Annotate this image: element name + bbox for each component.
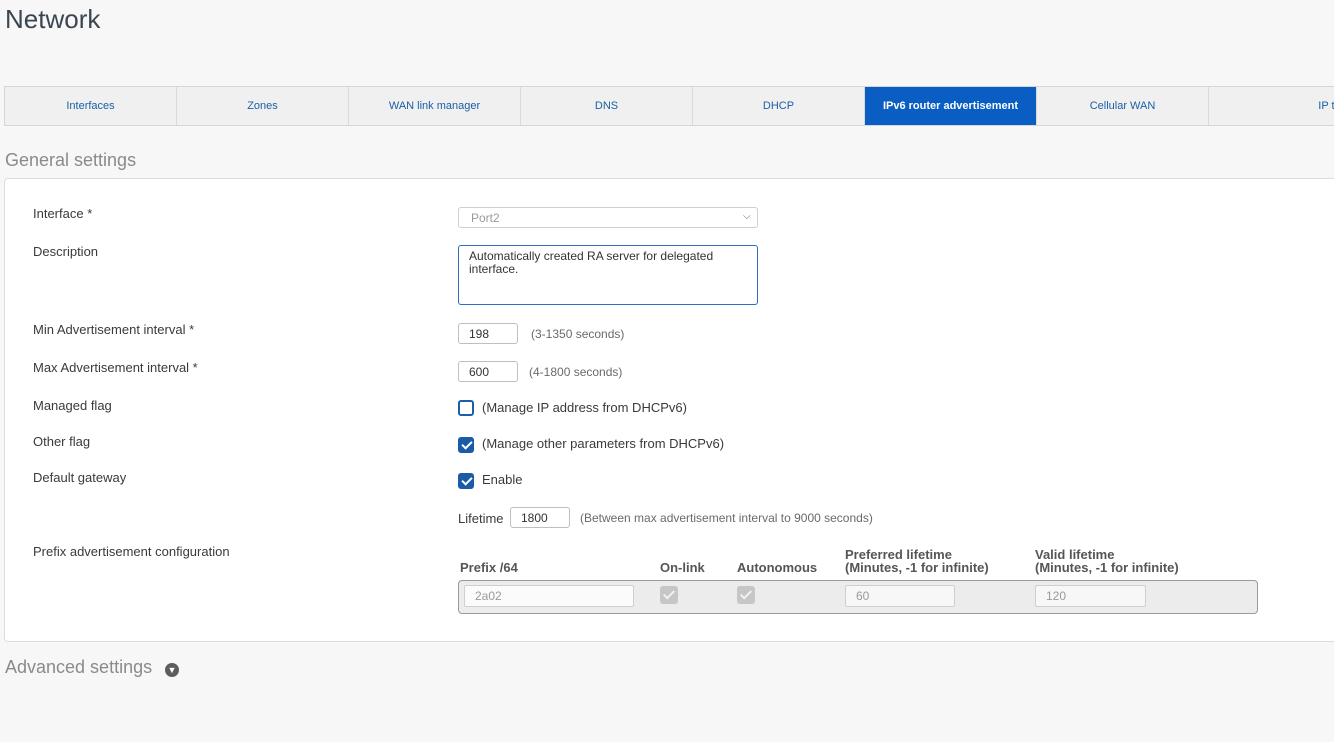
- interface-select[interactable]: Port2: [458, 207, 758, 228]
- max-interval-hint: (4-1800 seconds): [529, 365, 623, 379]
- tab-cellular-wan[interactable]: Cellular WAN: [1037, 87, 1209, 125]
- min-interval-hint: (3-1350 seconds): [531, 327, 625, 341]
- autonomous-column-header: Autonomous: [737, 560, 818, 575]
- managed-flag-checkbox[interactable]: [458, 400, 474, 416]
- lifetime-input[interactable]: [510, 507, 570, 528]
- tab-bar: Interfaces Zones WAN link manager DNS DH…: [4, 86, 1334, 126]
- lifetime-hint: (Between max advertisement interval to 9…: [580, 511, 873, 525]
- description-field[interactable]: Automatically created RA server for dele…: [458, 245, 758, 305]
- max-interval-input[interactable]: [458, 361, 518, 382]
- valid-lifetime-input[interactable]: [1035, 585, 1146, 607]
- tab-interfaces[interactable]: Interfaces: [5, 87, 177, 125]
- max-interval-label: Max Advertisement interval *: [33, 360, 198, 375]
- prefix-column-header: Prefix /64: [460, 560, 518, 575]
- preferred-lifetime-subheader: (Minutes, -1 for infinite): [845, 560, 989, 575]
- interface-label: Interface *: [33, 206, 93, 221]
- tab-ipv6-router-advertisement[interactable]: IPv6 router advertisement: [865, 87, 1037, 125]
- onlink-column-header: On-link: [660, 560, 705, 575]
- general-settings-heading: General settings: [5, 150, 137, 170]
- lifetime-label: Lifetime: [458, 511, 504, 526]
- tab-dns[interactable]: DNS: [521, 87, 693, 125]
- valid-lifetime-subheader: (Minutes, -1 for infinite): [1035, 560, 1179, 575]
- autonomous-checkbox[interactable]: [737, 586, 755, 604]
- tab-dhcp[interactable]: DHCP: [693, 87, 865, 125]
- prefix-config-label: Prefix advertisement configuration: [33, 544, 230, 559]
- default-gateway-checkbox[interactable]: [458, 473, 474, 489]
- min-interval-label: Min Advertisement interval *: [33, 322, 195, 337]
- chevron-down-circle-icon[interactable]: ▼: [165, 663, 179, 677]
- tab-ip-tunnels[interactable]: IP tunnels: [1209, 87, 1334, 125]
- preferred-lifetime-input[interactable]: [845, 585, 955, 607]
- page-title: Network: [5, 4, 101, 34]
- other-flag-checkbox[interactable]: [458, 437, 474, 453]
- min-interval-input[interactable]: [458, 323, 518, 344]
- prefix-input[interactable]: [464, 585, 634, 607]
- other-flag-text: (Manage other parameters from DHCPv6): [482, 436, 725, 451]
- default-gateway-text: Enable: [482, 472, 523, 487]
- advanced-settings-heading[interactable]: Advanced settings: [5, 657, 152, 678]
- onlink-checkbox[interactable]: [660, 586, 678, 604]
- other-flag-label: Other flag: [33, 434, 91, 449]
- description-label: Description: [33, 244, 99, 259]
- tab-zones[interactable]: Zones: [177, 87, 349, 125]
- tab-wan-link-manager[interactable]: WAN link manager: [349, 87, 521, 125]
- managed-flag-label: Managed flag: [33, 398, 112, 413]
- managed-flag-text: (Manage IP address from DHCPv6): [482, 400, 687, 415]
- default-gateway-label: Default gateway: [33, 470, 127, 485]
